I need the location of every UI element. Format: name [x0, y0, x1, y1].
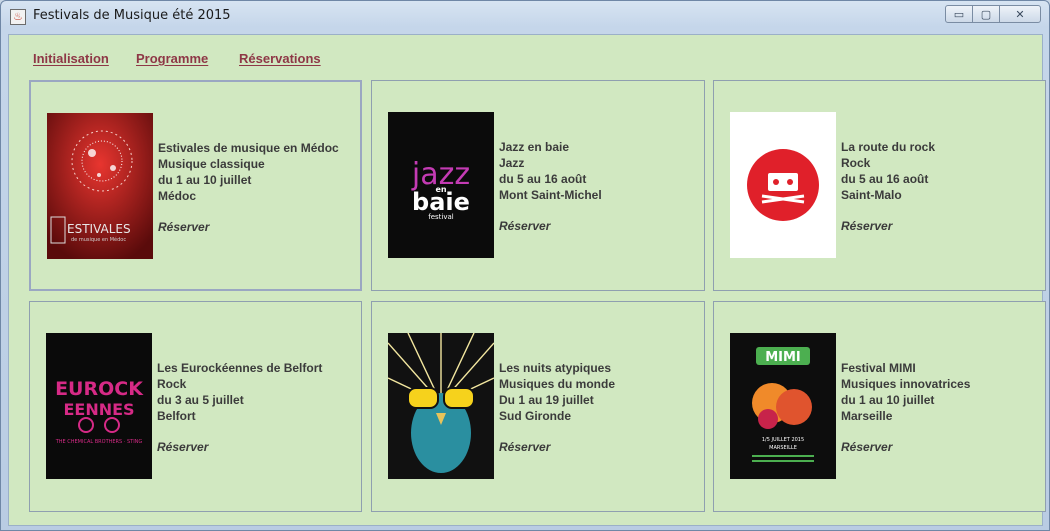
- festival-place: Médoc: [158, 189, 197, 203]
- close-icon: ✕: [1015, 7, 1025, 21]
- maximize-button[interactable]: ▢: [972, 5, 1000, 23]
- festival-name: Jazz en baie: [499, 140, 570, 154]
- poster-mimi-date: 1/5 JUILLET 2015: [762, 437, 804, 443]
- festival-info: Les nuits atypiques Musiques du monde Du…: [499, 360, 615, 424]
- festival-genre: Rock: [841, 156, 871, 170]
- festival-place: Sud Gironde: [499, 409, 571, 423]
- minimize-icon: ▭: [953, 7, 965, 21]
- festival-dates: du 1 au 10 juillet: [158, 173, 252, 187]
- menu-programme[interactable]: Programme: [136, 51, 208, 66]
- festival-card-estivales[interactable]: ESTIVALES de musique en Médoc Estivales …: [29, 80, 362, 291]
- festival-card-nuits-atypiques[interactable]: Les nuits atypiques Musiques du monde Du…: [371, 301, 705, 512]
- festival-card-route-du-rock[interactable]: La route du rock Rock du 5 au 16 août Sa…: [713, 80, 1046, 291]
- festival-genre: Musiques innovatrices: [841, 377, 971, 391]
- poster-jazz-festival: festival: [428, 213, 454, 221]
- poster-nuits-atypiques: [388, 333, 494, 479]
- festival-name: Estivales de musique en Médoc: [158, 141, 339, 155]
- festival-genre: Musique classique: [158, 157, 265, 171]
- festival-dates: du 5 au 16 août: [499, 172, 587, 186]
- festival-info: Jazz en baie Jazz du 5 au 16 août Mont S…: [499, 139, 602, 203]
- poster-mimi-title: MIMI: [765, 350, 801, 365]
- poster-route-du-rock: [730, 112, 836, 258]
- java-app-icon: ♨: [10, 9, 26, 25]
- festival-dates: du 3 au 5 juillet: [157, 393, 244, 407]
- festival-genre: Rock: [157, 377, 187, 391]
- festival-place: Marseille: [841, 409, 893, 423]
- festival-info: Festival MIMI Musiques innovatrices du 1…: [841, 360, 970, 424]
- festival-card-eurockeennes[interactable]: EUROCK EENNES THE CHEMICAL BROTHERS · ST…: [29, 301, 362, 512]
- poster-jazz-baie: baie: [412, 188, 470, 216]
- festival-dates: du 1 au 10 juillet: [841, 393, 935, 407]
- menu-initialisation[interactable]: Initialisation: [33, 51, 109, 66]
- menu-reservations[interactable]: Réservations: [239, 51, 321, 66]
- festival-genre: Musiques du monde: [499, 377, 616, 391]
- festival-info: La route du rock Rock du 5 au 16 août Sa…: [841, 139, 935, 203]
- festival-place: Belfort: [157, 409, 196, 423]
- reserve-link[interactable]: Réserver: [158, 220, 209, 234]
- festival-info: Estivales de musique en Médoc Musique cl…: [158, 140, 339, 204]
- poster-eurock-title2: EENNES: [63, 400, 134, 419]
- title-bar[interactable]: ♨ Festivals de Musique été 2015 ▭ ▢ ✕: [1, 1, 1049, 31]
- close-button[interactable]: ✕: [999, 5, 1041, 23]
- festival-dates: Du 1 au 19 juillet: [499, 393, 594, 407]
- festival-info: Les Eurockéennes de Belfort Rock du 3 au…: [157, 360, 322, 424]
- poster-mimi: MIMI 1/5 JUILLET 2015 MARSEILLE: [730, 333, 836, 479]
- poster-jazz-en-baie: jazz en baie festival: [388, 112, 494, 258]
- reserve-link[interactable]: Réserver: [841, 219, 892, 233]
- reserve-link[interactable]: Réserver: [499, 219, 550, 233]
- festival-card-jazz-en-baie[interactable]: jazz en baie festival Jazz en baie Jazz …: [371, 80, 705, 291]
- reserve-link[interactable]: Réserver: [499, 440, 550, 454]
- window-title: Festivals de Musique été 2015: [33, 8, 231, 23]
- festival-place: Mont Saint-Michel: [499, 188, 602, 202]
- festival-name: Les Eurockéennes de Belfort: [157, 361, 323, 375]
- festival-name: Les nuits atypiques: [499, 361, 612, 375]
- festival-place: Saint-Malo: [841, 188, 902, 202]
- main-panel: Initialisation Programme Réservations ES…: [8, 34, 1046, 526]
- minimize-button[interactable]: ▭: [945, 5, 973, 23]
- festival-name: La route du rock: [841, 140, 936, 154]
- festival-dates: du 5 au 16 août: [841, 172, 929, 186]
- menu-bar: Initialisation Programme Réservations: [9, 35, 1042, 75]
- app-window: ♨ Festivals de Musique été 2015 ▭ ▢ ✕ In…: [0, 0, 1050, 531]
- poster-eurock-title: EUROCK: [55, 378, 144, 400]
- reserve-link[interactable]: Réserver: [157, 440, 208, 454]
- festival-card-mimi[interactable]: MIMI 1/5 JUILLET 2015 MARSEILLE Festival…: [713, 301, 1046, 512]
- poster-mimi-city: MARSEILLE: [769, 445, 797, 451]
- poster-eurock-lineup: THE CHEMICAL BROTHERS · STING: [55, 439, 143, 445]
- poster-estivales: ESTIVALES de musique en Médoc: [47, 113, 153, 259]
- maximize-icon: ▢: [980, 7, 992, 21]
- reserve-link[interactable]: Réserver: [841, 440, 892, 454]
- poster-estivales-sub: de musique en Médoc: [71, 236, 126, 243]
- festival-genre: Jazz: [499, 156, 525, 170]
- window-controls: ▭ ▢ ✕: [945, 5, 1041, 23]
- poster-estivales-title: ESTIVALES: [67, 222, 131, 236]
- poster-eurockeennes: EUROCK EENNES THE CHEMICAL BROTHERS · ST…: [46, 333, 152, 479]
- festival-name: Festival MIMI: [841, 361, 916, 375]
